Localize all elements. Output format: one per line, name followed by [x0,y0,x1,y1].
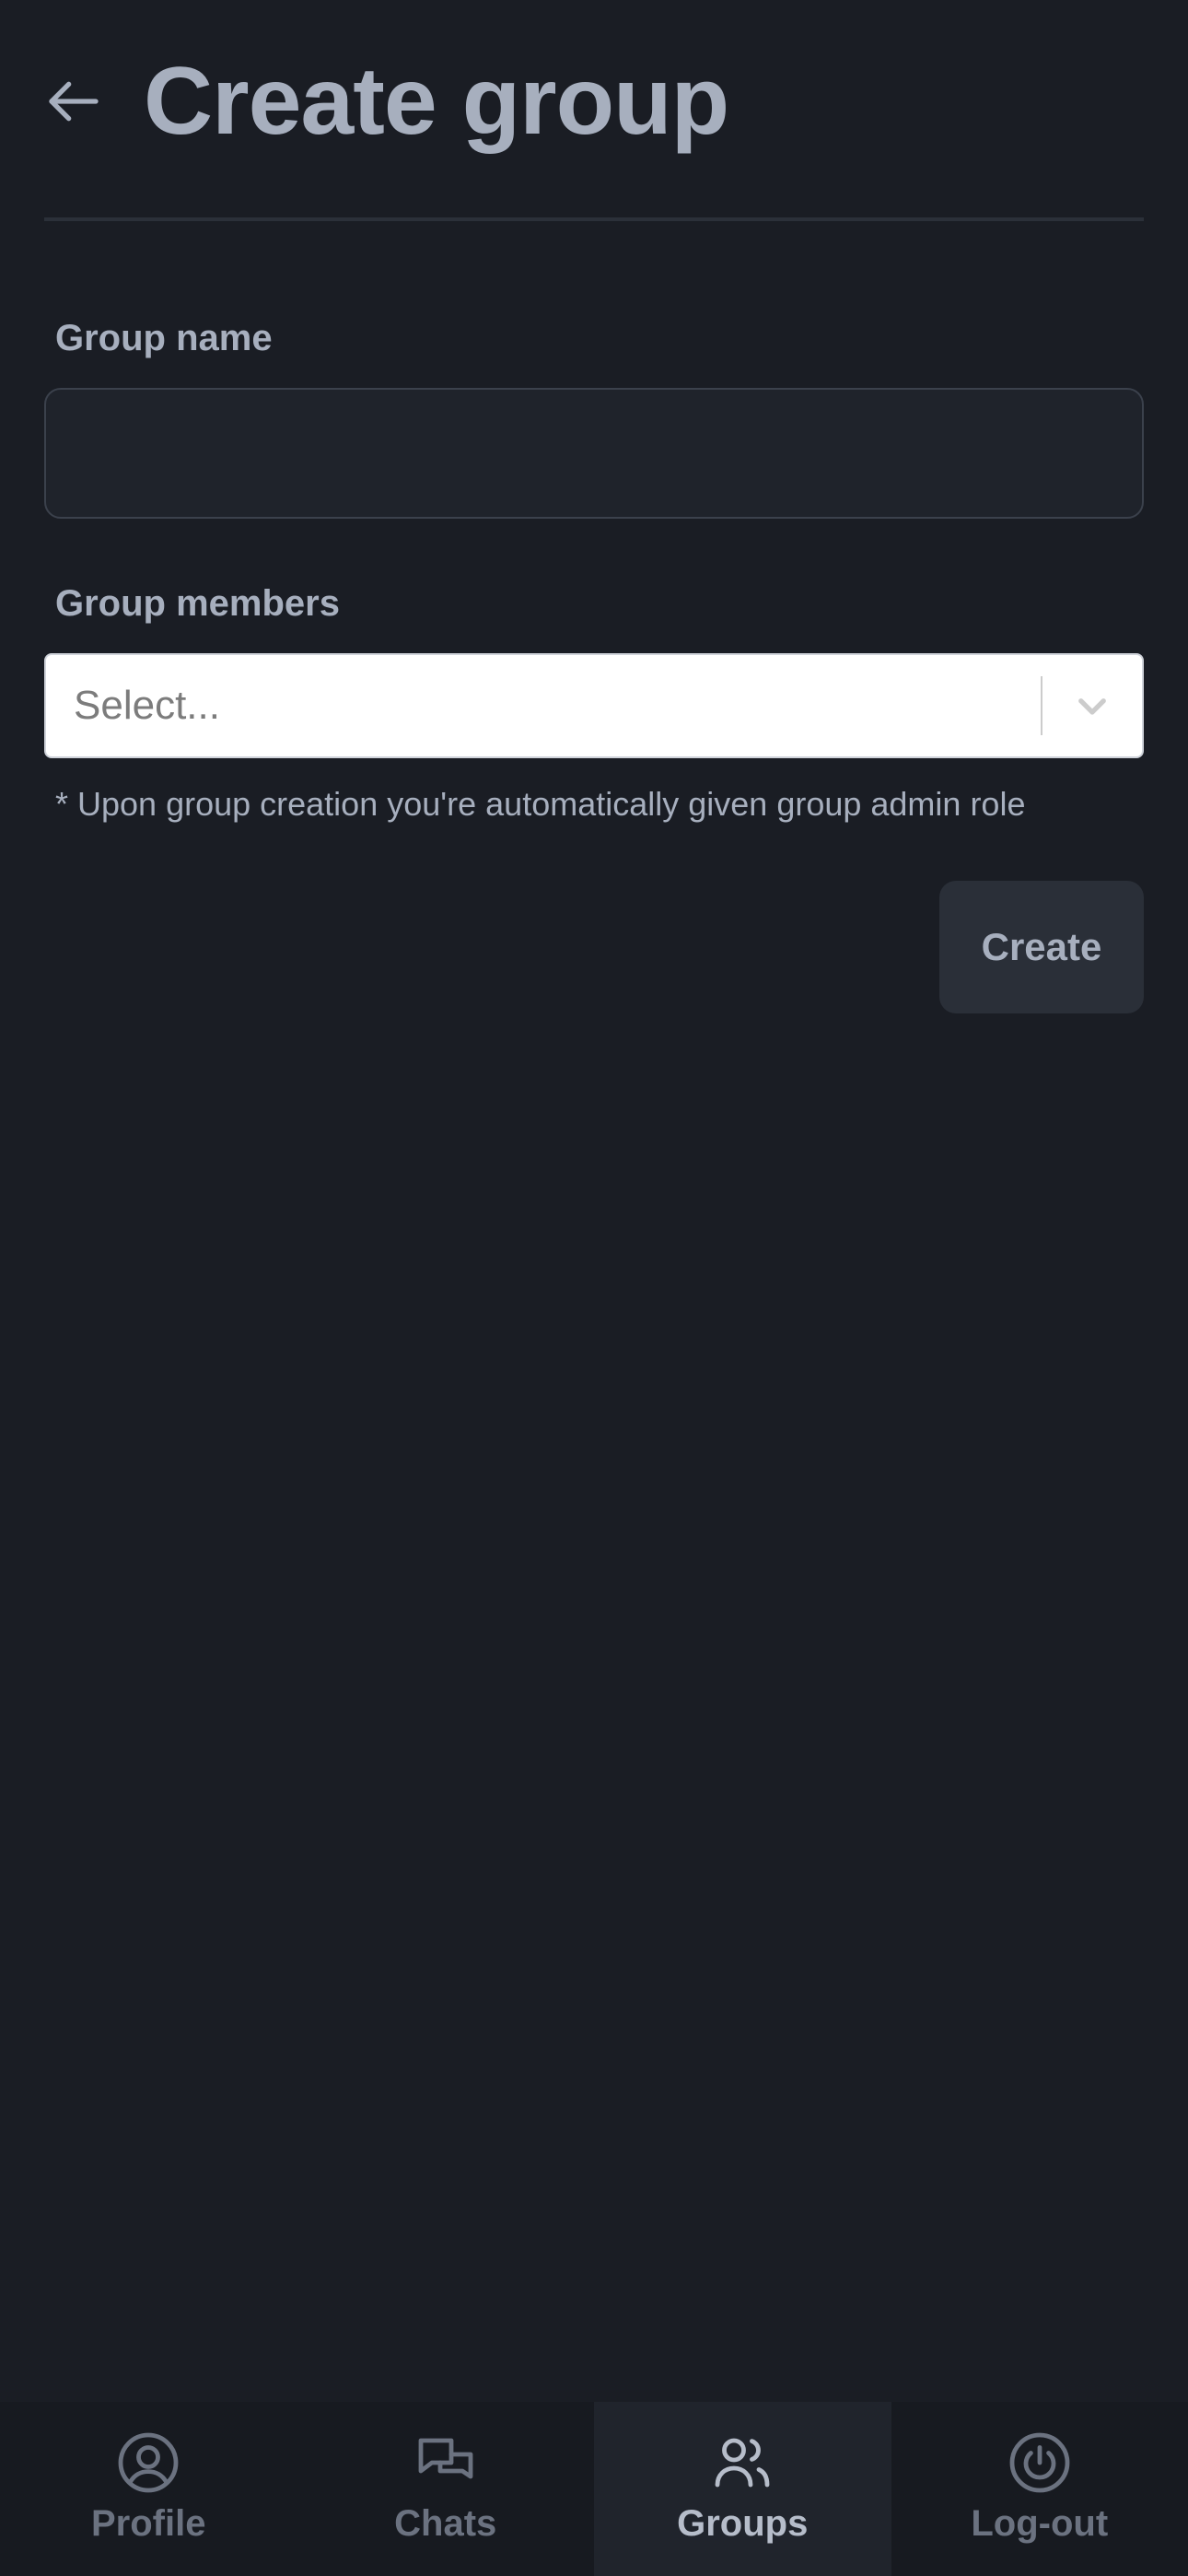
page-title: Create group [144,48,729,155]
header-divider [44,217,1144,221]
admin-role-hint: * Upon group creation you're automatical… [55,785,1026,823]
create-group-page: Create group Group name Group members Se… [0,0,1188,2576]
nav-item-chats[interactable]: Chats [297,2402,595,2576]
power-icon [1009,2432,1070,2493]
group-members-select[interactable]: Select... [44,653,1144,758]
nav-item-logout[interactable]: Log-out [891,2402,1188,2576]
select-placeholder: Select... [74,683,220,728]
user-circle-icon [118,2432,179,2493]
group-name-label: Group name [55,318,273,358]
select-dropdown-indicator[interactable] [1042,655,1142,756]
bottom-nav: Profile Chats Groups Log-out [0,2402,1188,2576]
arrow-left-icon [49,81,99,122]
chevron-down-icon [1078,698,1106,715]
group-members-label: Group members [55,583,340,624]
header: Create group [44,46,1144,157]
nav-item-groups[interactable]: Groups [594,2402,891,2576]
nav-label-profile: Profile [91,2503,206,2544]
nav-item-profile[interactable]: Profile [0,2402,297,2576]
nav-label-logout: Log-out [971,2503,1109,2544]
users-icon [715,2438,770,2488]
nav-label-chats: Chats [394,2503,497,2544]
back-button[interactable] [44,63,122,140]
group-name-input[interactable] [44,388,1144,519]
chat-bubbles-icon [418,2438,473,2479]
nav-label-groups: Groups [677,2503,809,2544]
create-button[interactable]: Create [939,881,1144,1013]
